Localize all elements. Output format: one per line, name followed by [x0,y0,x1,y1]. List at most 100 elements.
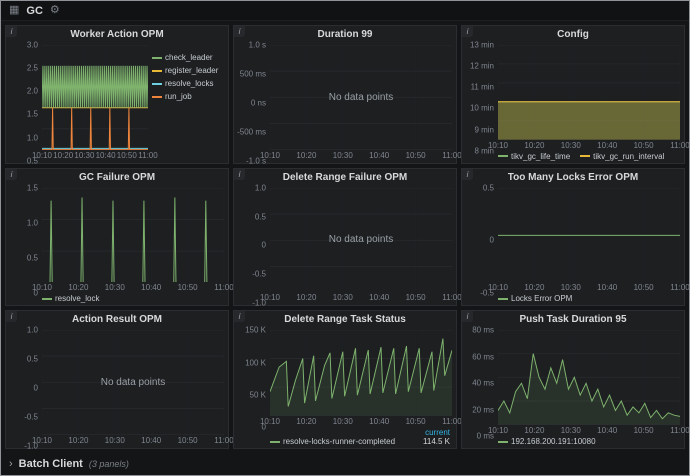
panel-header[interactable]: i Worker Action OPM [6,26,228,43]
x-tick-label: 10:20 [296,293,316,302]
x-tick-label: 10:50 [178,436,198,445]
legend-items: tikv_gc_life_time tikv_gc_run_interval [498,152,678,161]
x-tick-label: 10:40 [141,436,161,445]
y-tick-label: 0.5 [255,212,266,221]
y-axis: 3.02.52.01.51.00.5 [8,45,42,161]
info-icon[interactable]: i [6,311,17,322]
x-tick-label: 10:40 [96,151,116,160]
plot-wrap: No data points 10:1010:2010:3010:4010:50… [42,330,224,446]
x-tick-label: 10:40 [597,141,617,150]
legend-label: 192.168.200.191:10080 [511,437,596,446]
info-icon[interactable]: i [6,169,17,180]
gear-icon[interactable]: ⚙ [50,5,60,16]
y-tick-label: 2.5 [27,64,38,73]
dashboard-title: GC [26,5,43,17]
y-axis: 1.00.50-0.5-1.0 [8,330,42,446]
plot [498,330,680,425]
legend-label: resolve_lock [55,294,99,303]
panel-too-many-locks-error-opm: i Too Many Locks Error OPM 0.50-0.5 10:1… [461,168,685,307]
panel-header[interactable]: i Duration 99 [234,26,456,43]
panel-header[interactable]: i GC Failure OPM [6,169,228,186]
panel-worker-action-opm: i Worker Action OPM 3.02.52.01.51.00.5 1… [5,25,229,164]
x-tick-label: 11:00 [214,283,233,292]
y-tick-label: 500 ms [240,69,266,78]
panel-title: Duration 99 [317,29,372,40]
plot [42,188,224,283]
panel-header[interactable]: i Config [462,26,684,43]
legend-item[interactable]: run_job [152,92,192,101]
chart-area: 150 K100 K50 K0 10:1010:2010:3010:4010:5… [236,330,452,427]
panel-header[interactable]: i Too Many Locks Error OPM [462,169,684,186]
info-icon[interactable]: i [6,26,17,37]
panel-header[interactable]: i Delete Range Failure OPM [234,169,456,186]
x-tick-label: 10:20 [53,151,73,160]
info-icon[interactable]: i [234,311,245,322]
x-tick-label: 10:20 [524,283,544,292]
plot: No data points [270,45,452,150]
x-tick-label: 10:50 [406,417,426,426]
y-tick-label: 1.0 s [249,41,266,50]
panel-title: Config [557,29,589,40]
legend-current-header: current [270,428,450,437]
chart-area: 0.50-0.5 10:1010:2010:3010:4010:5011:00 [464,188,680,294]
panel-title: Too Many Locks Error OPM [508,172,638,183]
legend-label: resolve_locks [165,79,213,88]
info-icon[interactable]: i [462,311,473,322]
x-tick-label: 10:50 [406,151,426,160]
legend-item[interactable]: resolve_locks [152,79,213,88]
legend-item[interactable]: Locks Error OPM [498,294,572,303]
panel-config: i Config 13 min12 min11 min10 min9 min8 … [461,25,685,164]
legend-items: 192.168.200.191:10080 [498,437,678,446]
x-tick-label: 10:20 [68,283,88,292]
chart-area: 1.0 s500 ms0 ns-500 ms-1.0 s No data poi… [236,45,452,161]
legend-swatch [152,70,162,72]
panel-header[interactable]: i Delete Range Task Status [234,311,456,328]
legend-item[interactable]: register_leader [152,66,218,75]
x-tick-label: 10:20 [296,417,316,426]
plot [498,45,680,140]
x-tick-label: 10:30 [105,283,125,292]
x-tick-label: 10:10 [32,151,52,160]
legend-item[interactable]: 192.168.200.191:10080 [498,437,596,446]
panel-body: 150 K100 K50 K0 10:1010:2010:3010:4010:5… [234,328,456,448]
chart-canvas [270,330,452,416]
plot-wrap: No data points 10:1010:2010:3010:4010:50… [270,188,452,304]
y-tick-label: 0 [34,384,38,393]
y-tick-label: 150 K [245,326,266,335]
no-data-text: No data points [270,188,452,293]
plot-wrap: 10:1010:2010:3010:4010:5011:00 [42,188,224,294]
legend-item[interactable]: tikv_gc_run_interval [580,152,664,161]
legend-item[interactable]: resolve-locks-runner-completed [270,437,395,446]
info-icon[interactable]: i [234,169,245,180]
info-icon[interactable]: i [462,169,473,180]
legend-item[interactable]: tikv_gc_life_time [498,152,570,161]
x-axis: 10:1010:2010:3010:4010:5011:00 [42,150,148,161]
panel-delete-range-failure-opm: i Delete Range Failure OPM 1.00.50-0.5-1… [233,168,457,307]
x-axis: 10:1010:2010:3010:4010:5011:00 [270,416,452,427]
chart-area: 1.51.00.50 10:1010:2010:3010:4010:5011:0… [8,188,224,294]
panel-header[interactable]: i Action Result OPM [6,311,228,328]
x-axis: 10:1010:2010:3010:4010:5011:00 [498,425,680,436]
x-tick-label: 10:50 [634,141,654,150]
y-tick-label: 60 ms [472,352,494,361]
row-batch-client[interactable]: › Batch Client (3 panels) [1,453,689,475]
apps-grid-icon[interactable]: ▦ [9,5,19,16]
y-tick-label: -0.5 [252,270,266,279]
legend-swatch [580,155,590,157]
chart-canvas [498,188,680,283]
panel-header[interactable]: i Push Task Duration 95 [462,311,684,328]
y-tick-label: 13 min [470,41,494,50]
y-axis: 150 K100 K50 K0 [236,330,270,427]
legend: 192.168.200.191:10080 [464,436,680,446]
info-icon[interactable]: i [462,26,473,37]
legend-item[interactable]: check_leader [152,53,213,62]
info-icon[interactable]: i [234,26,245,37]
chart-canvas [42,188,224,283]
legend-swatch [498,155,508,157]
y-axis: 0.50-0.5 [464,188,498,294]
plot-wrap: No data points 10:1010:2010:3010:4010:50… [270,45,452,161]
plot-wrap: 10:1010:2010:3010:4010:5011:00 [42,45,148,161]
x-tick-label: 10:10 [488,426,508,435]
x-axis: 10:1010:2010:3010:4010:5011:00 [270,292,452,303]
legend-item[interactable]: resolve_lock [42,294,99,303]
